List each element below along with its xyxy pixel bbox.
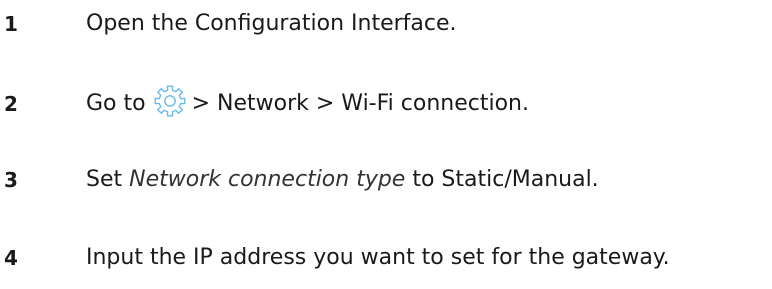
step-2: 2 Go to > Network > Wi-Fi connection.: [0, 84, 772, 124]
step-number: 1: [4, 12, 18, 36]
field-name-emphasis: Network connection type: [129, 167, 406, 192]
step-text-prefix: Set: [86, 167, 123, 192]
step-1: 1 Open the Configuration Interface.: [0, 4, 772, 44]
instruction-steps: 1 Open the Configuration Interface. 2 Go…: [0, 0, 772, 289]
step-text-suffix: to Static/Manual.: [412, 167, 599, 192]
gear-icon: [152, 83, 188, 119]
step-text: Input the IP address you want to set for…: [86, 245, 670, 270]
step-text: Open the Configuration Interface.: [86, 11, 457, 36]
step-text-prefix: Go to: [86, 91, 146, 116]
step-number: 2: [4, 92, 18, 116]
step-3: 3 Set Network connection type to Static/…: [0, 160, 772, 200]
step-4: 4 Input the IP address you want to set f…: [0, 238, 772, 278]
step-text: Set Network connection type to Static/Ma…: [86, 160, 599, 200]
step-text-suffix: > Network > Wi-Fi connection.: [191, 91, 529, 116]
step-text: Go to > Network > Wi-Fi connection.: [86, 84, 529, 124]
step-number: 3: [4, 168, 18, 192]
step-number: 4: [4, 246, 18, 270]
